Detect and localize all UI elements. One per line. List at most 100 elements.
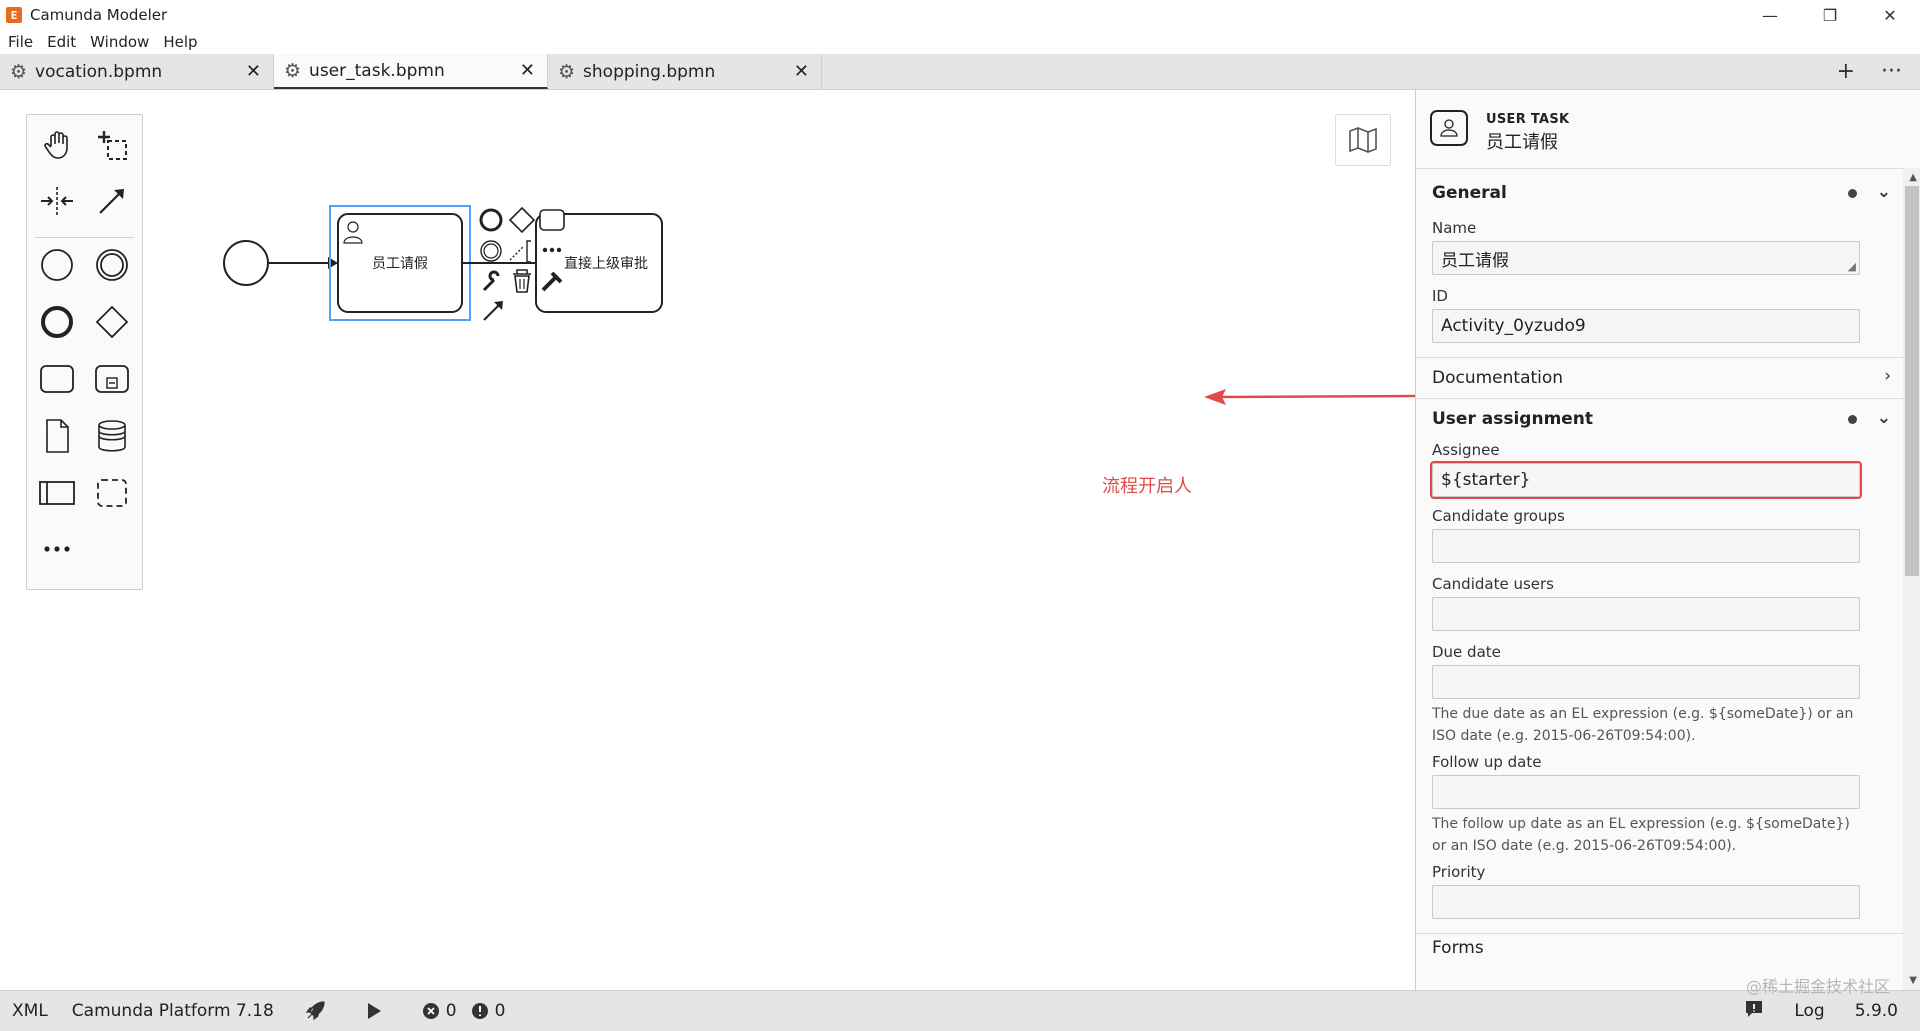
- tab-label: vocation.bpmn: [35, 61, 163, 82]
- user-task-icon: [1430, 110, 1468, 146]
- general-group-header[interactable]: General ⌄: [1416, 173, 1920, 213]
- tab-label: user_task.bpmn: [309, 60, 445, 81]
- gear-icon: ⚙: [284, 59, 302, 82]
- annotation-text: 流程开启人: [1102, 476, 1192, 497]
- priority-input[interactable]: [1432, 885, 1860, 919]
- deploy-rocket-icon[interactable]: [304, 1000, 326, 1022]
- tab-user-task[interactable]: ⚙ user_task.bpmn ✕: [274, 54, 548, 89]
- scroll-up-icon[interactable]: ▲: [1909, 172, 1917, 183]
- assignee-label: Assignee: [1432, 441, 1500, 459]
- name-field[interactable]: 员工请假 ◢: [1432, 241, 1860, 275]
- group-title: Documentation: [1432, 368, 1564, 388]
- menu-edit[interactable]: Edit: [47, 33, 76, 51]
- connect-arrow-icon[interactable]: [483, 303, 501, 321]
- version-label[interactable]: 5.9.0: [1855, 1001, 1898, 1021]
- tab-label: shopping.bpmn: [583, 61, 716, 82]
- has-data-indicator: [1848, 415, 1857, 424]
- run-play-icon[interactable]: [366, 1002, 382, 1020]
- menu-window[interactable]: Window: [90, 33, 149, 51]
- restore-button[interactable]: ❐: [1800, 0, 1860, 30]
- close-window-button[interactable]: ✕: [1860, 0, 1920, 30]
- scroll-down-icon[interactable]: ▼: [1909, 975, 1917, 986]
- minimize-button[interactable]: —: [1740, 0, 1800, 30]
- menu-file[interactable]: File: [8, 33, 33, 51]
- append-gateway-icon[interactable]: [508, 206, 536, 234]
- due-date-description: The due date as an EL expression (e.g. $…: [1432, 706, 1854, 744]
- panel-scrollbar[interactable]: ▲ ▼: [1903, 168, 1920, 990]
- trash-icon[interactable]: [513, 269, 531, 293]
- log-button[interactable]: Log: [1794, 1001, 1824, 1021]
- watermark: @稀土掘金技术社区: [1745, 977, 1890, 996]
- add-tab-button[interactable]: +: [1837, 59, 1855, 84]
- text-annotation-icon[interactable]: [509, 245, 525, 261]
- xml-view-button[interactable]: XML: [12, 1001, 48, 1021]
- chevron-down-icon[interactable]: ⌄: [1877, 182, 1891, 202]
- chevron-down-icon[interactable]: ⌄: [1877, 408, 1891, 428]
- id-value: Activity_0yzudo9: [1441, 316, 1586, 336]
- warning-icon: [471, 1003, 488, 1019]
- close-tab-icon[interactable]: ✕: [520, 60, 535, 81]
- candidate-groups-label: Candidate groups: [1432, 507, 1565, 525]
- chevron-right-icon[interactable]: ›: [1884, 366, 1891, 386]
- start-event[interactable]: [223, 240, 269, 286]
- menu-bar: File Edit Window Help: [0, 30, 1920, 54]
- panel-header: USER TASK 员工请假: [1416, 90, 1920, 169]
- error-icon: [422, 1003, 439, 1019]
- candidate-groups-input[interactable]: [1432, 529, 1860, 563]
- scroll-thumb[interactable]: [1905, 186, 1919, 576]
- warning-count: 0: [494, 1001, 506, 1021]
- element-type: USER TASK: [1486, 112, 1570, 127]
- user-assignment-group-body: Assignee ${starter} Candidate groups Can…: [1416, 441, 1920, 919]
- annotation-arrow-head: [1204, 389, 1416, 405]
- task1-label: 员工请假: [372, 256, 428, 272]
- more-options-icon[interactable]: [542, 247, 562, 253]
- platform-version-button[interactable]: Camunda Platform 7.18: [72, 1001, 274, 1021]
- status-right: Log 5.9.0: [1744, 991, 1920, 1031]
- user-assignment-group-header[interactable]: User assignment ⌄: [1416, 399, 1920, 439]
- general-group-body: Name 员工请假 ◢ ID Activity_0yzudo9: [1416, 219, 1920, 343]
- close-tab-icon[interactable]: ✕: [794, 61, 809, 82]
- properties-panel: USER TASK 员工请假 General ⌄ Name 员工请假 ◢ ID …: [1415, 90, 1920, 990]
- task2-label: 直接上级审批: [564, 255, 648, 272]
- group-title: Forms: [1432, 938, 1484, 958]
- more-tools-icon[interactable]: [37, 529, 77, 569]
- follow-up-date-label: Follow up date: [1432, 753, 1542, 771]
- status-bar: XML Camunda Platform 7.18 0 0 Log 5.9.0 …: [0, 977, 1920, 1031]
- candidate-users-label: Candidate users: [1432, 575, 1554, 593]
- tab-actions: + ···: [1837, 54, 1902, 89]
- assignee-input[interactable]: ${starter}: [1430, 461, 1862, 499]
- wrench-icon[interactable]: [482, 270, 500, 292]
- documentation-group-header[interactable]: Documentation ›: [1416, 358, 1920, 398]
- element-name: 员工请假: [1486, 132, 1558, 153]
- minimap-toggle-button[interactable]: [1335, 114, 1391, 166]
- append-end-event-icon[interactable]: [479, 208, 503, 232]
- id-field[interactable]: Activity_0yzudo9: [1432, 309, 1860, 343]
- append-task-icon[interactable]: [539, 209, 565, 231]
- name-value: 员工请假: [1441, 250, 1509, 271]
- has-data-indicator: [1848, 189, 1857, 198]
- more-options-button[interactable]: ···: [1881, 59, 1902, 84]
- name-label: Name: [1432, 219, 1477, 237]
- problems-indicator[interactable]: 0 0: [422, 1001, 506, 1021]
- diagram-canvas[interactable]: 员工请假 直接上级审批 流程开启人: [0, 90, 1416, 990]
- tab-shopping[interactable]: ⚙ shopping.bpmn ✕: [548, 54, 822, 89]
- resize-handle-icon[interactable]: ◢: [1848, 260, 1856, 273]
- close-tab-icon[interactable]: ✕: [246, 61, 261, 82]
- group-title: User assignment: [1432, 409, 1594, 429]
- feedback-icon[interactable]: [1744, 999, 1764, 1024]
- candidate-users-input[interactable]: [1432, 597, 1860, 631]
- id-label: ID: [1432, 287, 1448, 305]
- due-date-input[interactable]: [1432, 665, 1860, 699]
- window-controls: — ❐ ✕: [1740, 0, 1920, 30]
- gear-icon: ⚙: [10, 60, 28, 83]
- window-title: Camunda Modeler: [30, 6, 168, 24]
- title-bar: E Camunda Modeler — ❐ ✕: [0, 0, 1920, 30]
- follow-up-date-input[interactable]: [1432, 775, 1860, 809]
- forms-group-header[interactable]: Forms: [1416, 934, 1920, 958]
- bpmn-diagram[interactable]: 员工请假 直接上级审批: [0, 90, 1000, 490]
- menu-help[interactable]: Help: [163, 33, 197, 51]
- tab-bar: ⚙ vocation.bpmn ✕ ⚙ user_task.bpmn ✕ ⚙ s…: [0, 54, 1920, 90]
- gear-icon: ⚙: [558, 60, 576, 83]
- tab-vocation[interactable]: ⚙ vocation.bpmn ✕: [0, 54, 274, 89]
- priority-label: Priority: [1432, 863, 1486, 881]
